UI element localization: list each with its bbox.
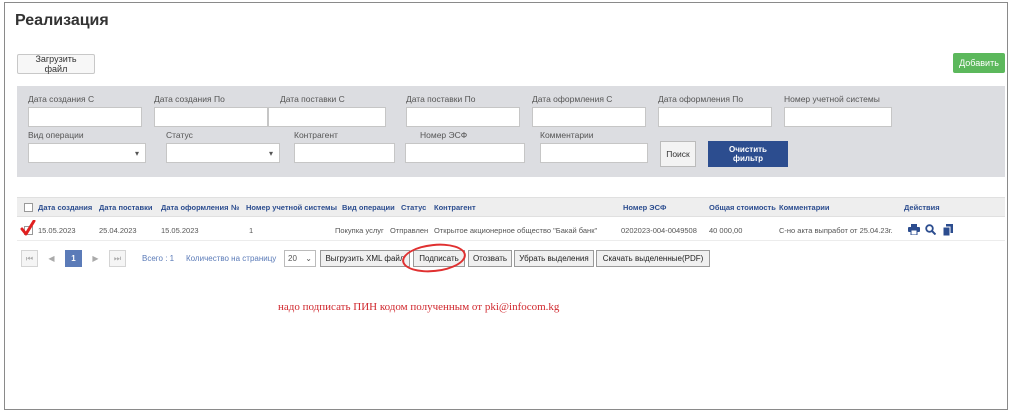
- cell-number: 1: [249, 226, 254, 235]
- per-page-label: Количество на страницу: [186, 254, 277, 263]
- col-created[interactable]: Дата создания: [38, 203, 92, 212]
- filter-label-registered-from: Дата оформления С: [532, 94, 613, 104]
- copy-icon[interactable]: [943, 224, 953, 236]
- chevron-down-icon: ▾: [268, 149, 273, 158]
- col-delivery[interactable]: Дата поставки: [99, 203, 152, 212]
- filter-label-registered-to: Дата оформления По: [658, 94, 744, 104]
- page-title: Реализация: [15, 12, 109, 29]
- last-page-icon[interactable]: ⏭: [109, 250, 126, 267]
- checkmark-annotation-icon: [20, 220, 36, 236]
- upload-file-button[interactable]: Загрузить файл: [17, 54, 95, 74]
- created-from-input[interactable]: [28, 107, 142, 127]
- col-number[interactable]: №: [231, 203, 239, 212]
- filter-label-created-to: Дата создания По: [154, 94, 225, 104]
- cell-operation: Покупка услуг: [335, 226, 384, 235]
- filter-label-account-number: Номер учетной системы: [784, 94, 880, 104]
- next-page-icon[interactable]: ▶: [87, 250, 104, 267]
- delivery-to-input[interactable]: [406, 107, 520, 127]
- operation-select[interactable]: ▾: [28, 143, 146, 163]
- col-account-number[interactable]: Номер учетной системы: [246, 203, 337, 212]
- col-status[interactable]: Статус: [401, 203, 426, 212]
- export-xml-button[interactable]: Выгрузить XML файл: [320, 250, 410, 267]
- per-page-value: 20: [288, 254, 297, 263]
- account-number-input[interactable]: [784, 107, 892, 127]
- col-actions: Действия: [904, 203, 940, 212]
- print-icon[interactable]: [908, 224, 920, 235]
- per-page-select[interactable]: 20 ⌄: [284, 250, 316, 267]
- filter-panel: Дата создания С Дата создания По Дата по…: [17, 86, 1005, 177]
- created-to-input[interactable]: [154, 107, 268, 127]
- status-select[interactable]: ▾: [166, 143, 280, 163]
- registered-to-input[interactable]: [658, 107, 772, 127]
- clear-selection-button[interactable]: Убрать выделения: [514, 250, 594, 267]
- annotation-note: надо подписать ПИН кодом полученным от p…: [278, 301, 560, 313]
- pagination-bar: ⏮ ◀ 1 ▶ ⏭ Всего : 1 Количество на страни…: [17, 250, 1005, 268]
- delivery-from-input[interactable]: [268, 107, 386, 127]
- revoke-button[interactable]: Отозвать: [468, 250, 512, 267]
- filter-label-created-from: Дата создания С: [28, 94, 95, 104]
- cell-registered: 15.05.2023: [161, 226, 199, 235]
- col-total[interactable]: Общая стоимость: [709, 203, 776, 212]
- cell-created: 15.05.2023: [38, 226, 76, 235]
- filter-label-status: Статус: [166, 130, 193, 140]
- sign-circle-annotation: [400, 240, 468, 276]
- app-frame: Реализация Загрузить файл Добавить Дата …: [4, 2, 1008, 410]
- add-button[interactable]: Добавить: [953, 53, 1005, 73]
- filter-label-delivery-from: Дата поставки С: [280, 94, 345, 104]
- cell-comment: С-но акта выпработ от 25.04.23г.: [779, 226, 893, 235]
- col-esf-number[interactable]: Номер ЭСФ: [623, 203, 666, 212]
- chevron-down-icon: ▾: [134, 149, 139, 158]
- download-pdf-button[interactable]: Скачать выделенные(PDF): [596, 250, 710, 267]
- counterparty-input[interactable]: [294, 143, 395, 163]
- filter-label-counterparty: Контрагент: [294, 130, 338, 140]
- col-operation[interactable]: Вид операции: [342, 203, 395, 212]
- esf-number-input[interactable]: [405, 143, 525, 163]
- filter-label-esf-number: Номер ЭСФ: [420, 130, 468, 140]
- col-comments[interactable]: Комментарии: [779, 203, 830, 212]
- total-count: Всего : 1: [142, 254, 175, 263]
- search-icon[interactable]: [925, 224, 936, 235]
- filter-label-operation: Вид операции: [28, 130, 84, 140]
- prev-page-icon[interactable]: ◀: [43, 250, 60, 267]
- table-row[interactable]: 15.05.2023 25.04.2023 15.05.2023 1 Покуп…: [17, 219, 1005, 241]
- cell-counterparty: Открытое акционерное общество "Бакай бан…: [434, 226, 598, 235]
- comments-input[interactable]: [540, 143, 648, 163]
- search-button[interactable]: Поиск: [660, 141, 696, 167]
- table-header: Дата создания Дата поставки Дата оформле…: [17, 197, 1005, 217]
- cell-status: Отправлен: [390, 226, 429, 235]
- filter-label-comments: Комментарии: [540, 130, 594, 140]
- select-all-checkbox[interactable]: [24, 203, 33, 212]
- col-counterparty[interactable]: Контрагент: [434, 203, 476, 212]
- first-page-icon[interactable]: ⏮: [21, 250, 38, 267]
- cell-total: 40 000,00: [709, 226, 743, 235]
- registered-from-input[interactable]: [532, 107, 646, 127]
- cell-esf-number: 0202023-004-0049508: [621, 226, 697, 235]
- chevron-down-icon: ⌄: [305, 254, 312, 263]
- page-number-current[interactable]: 1: [65, 250, 82, 267]
- cell-delivery: 25.04.2023: [99, 226, 137, 235]
- clear-filter-button[interactable]: Очистить фильтр: [708, 141, 788, 167]
- col-registered[interactable]: Дата оформления: [161, 203, 228, 212]
- filter-label-delivery-to: Дата поставки По: [406, 94, 476, 104]
